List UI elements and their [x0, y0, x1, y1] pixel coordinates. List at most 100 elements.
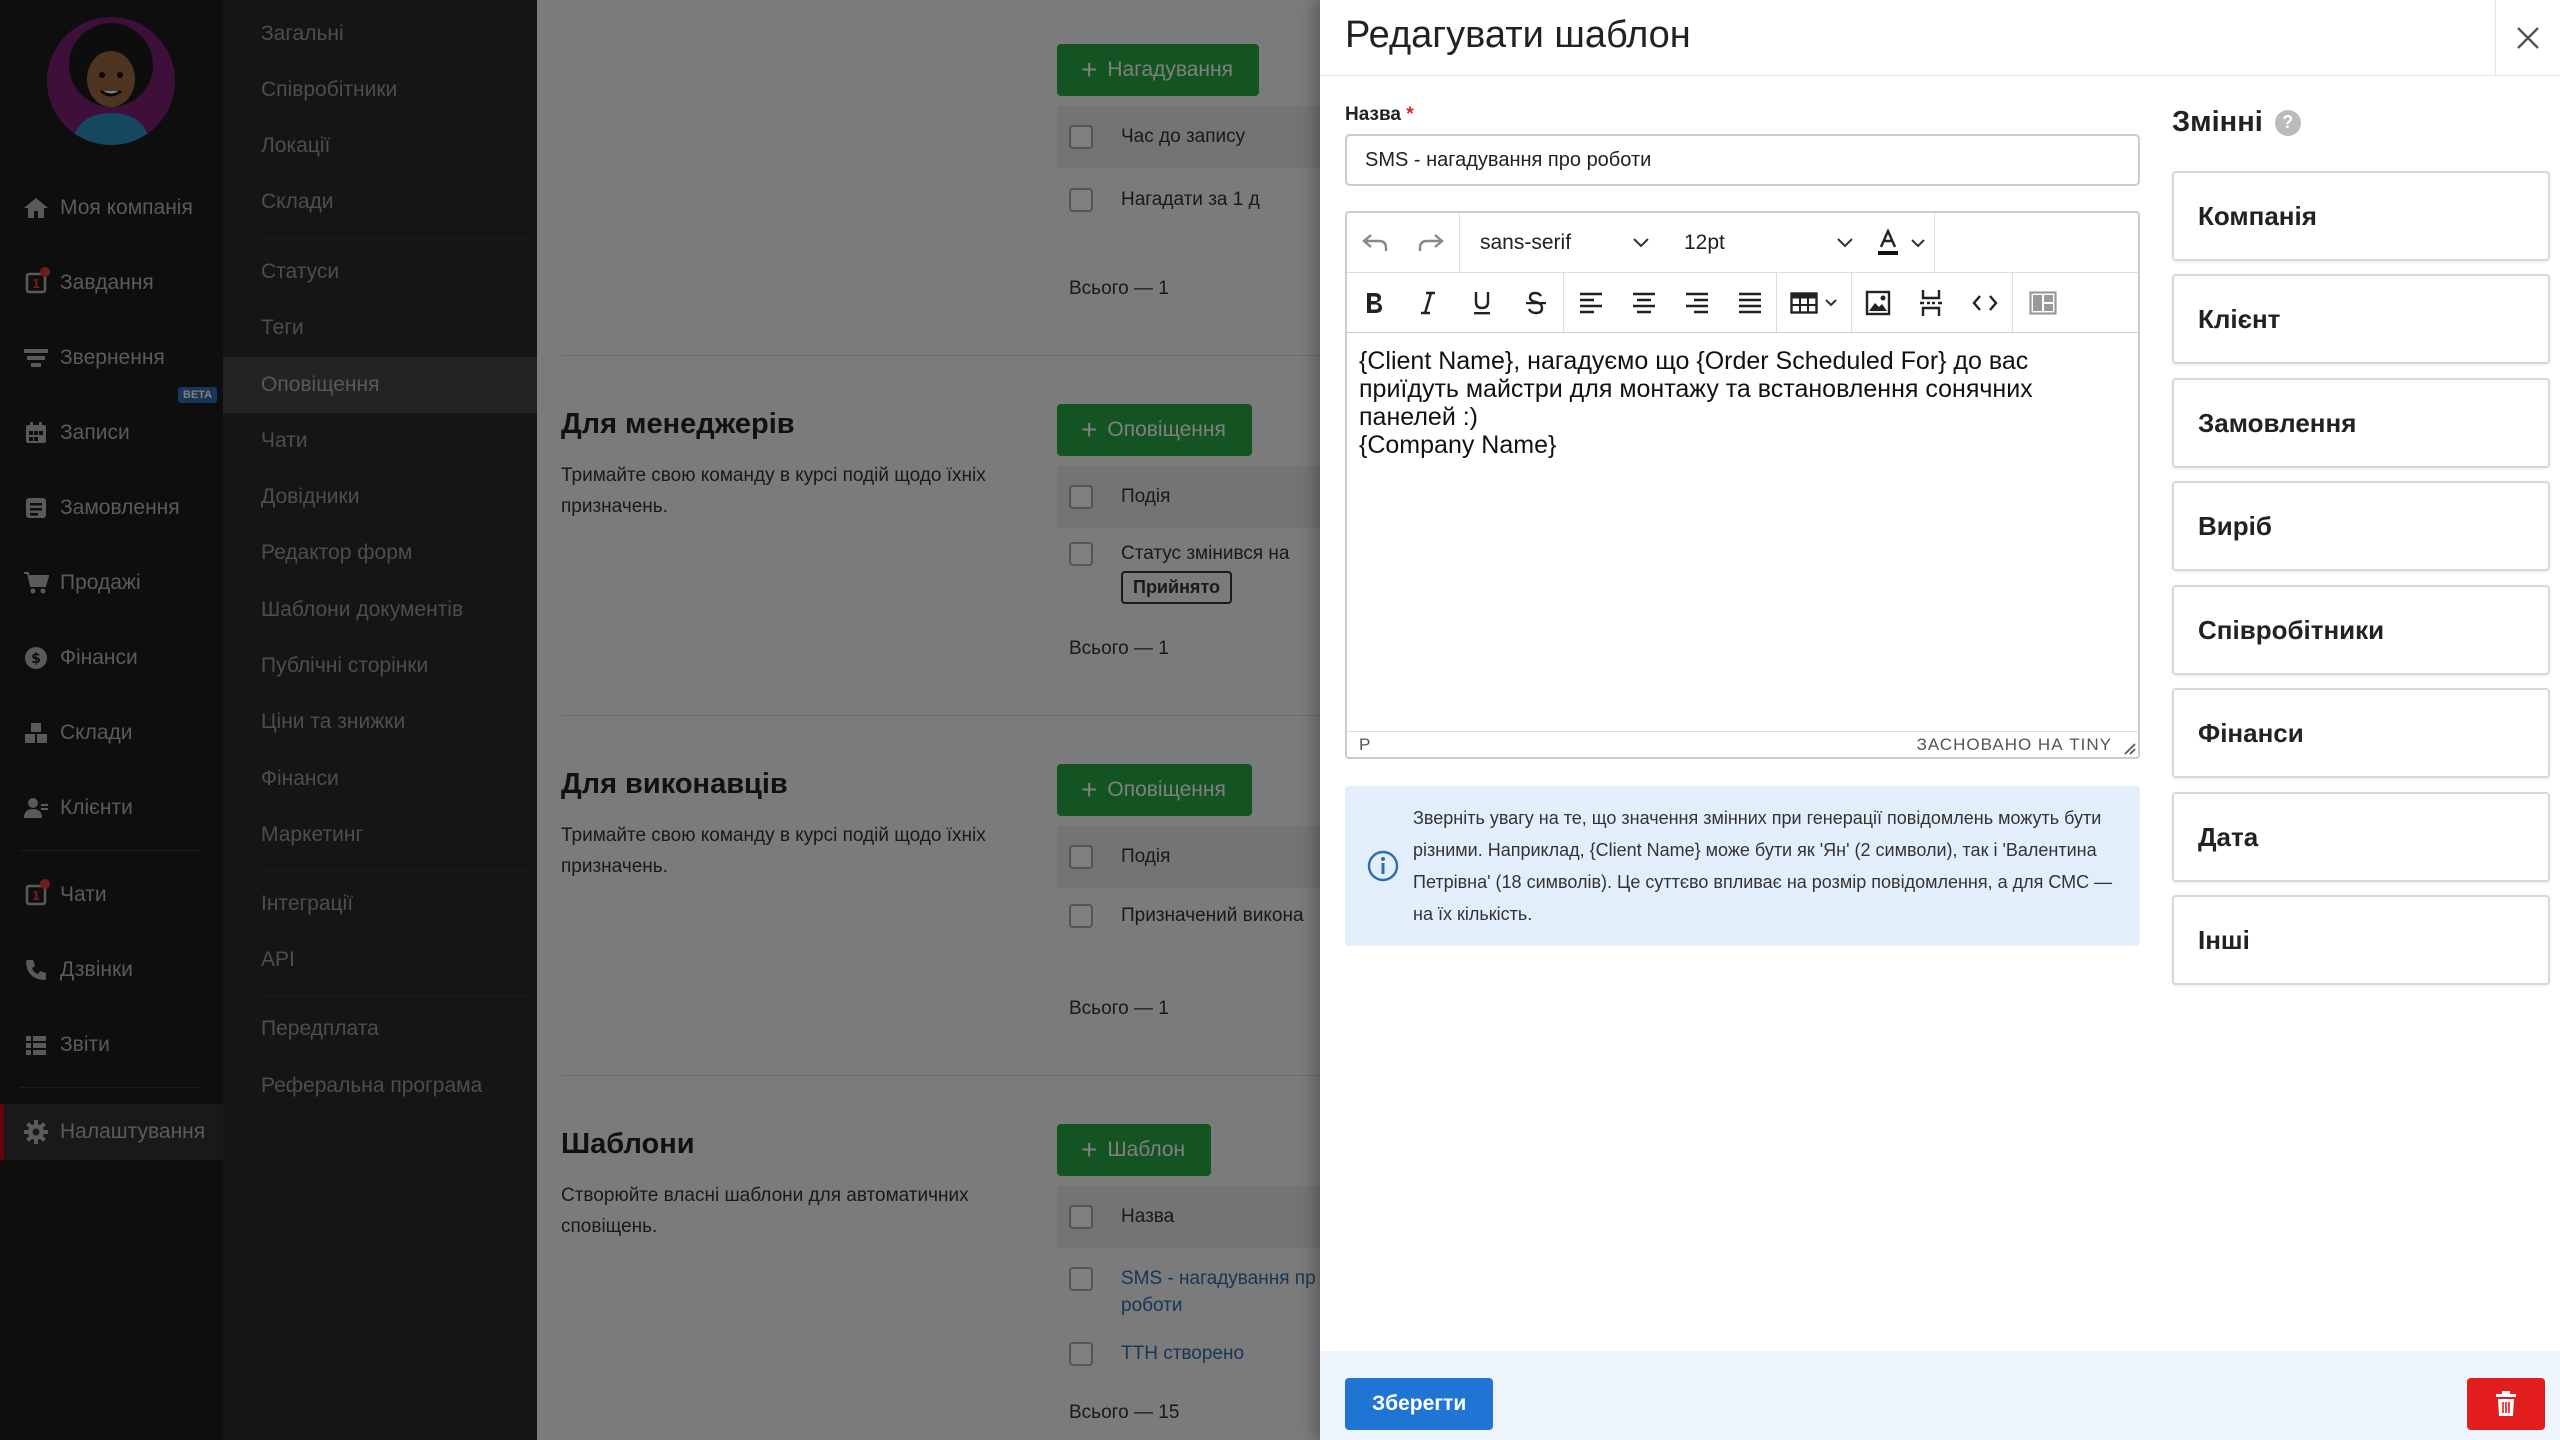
- row-checkbox[interactable]: [1069, 542, 1093, 566]
- strikethrough-button[interactable]: [1509, 273, 1563, 333]
- notifications-content: + Нагадування Час до запису Нагадати за 1…: [537, 0, 1320, 1440]
- sidebar-item-label: Налаштування: [60, 1120, 206, 1143]
- undo-button[interactable]: [1347, 213, 1403, 273]
- add-reminder-button[interactable]: + Нагадування: [1057, 44, 1260, 96]
- add-template-button[interactable]: + Шаблон: [1057, 1124, 1212, 1176]
- tasks-icon: 1: [20, 267, 52, 295]
- variable-group-employees[interactable]: Співробітники: [2172, 585, 2550, 675]
- submenu-item-locations[interactable]: Локації: [223, 118, 537, 174]
- submenu-item-statuses[interactable]: Статуси: [223, 244, 537, 300]
- align-justify-button[interactable]: [1723, 273, 1776, 333]
- submenu-item-directories[interactable]: Довідники: [223, 469, 537, 525]
- submenu-item-public-pages[interactable]: Публічні сторінки: [223, 638, 537, 694]
- redo-button[interactable]: [1403, 213, 1459, 273]
- variable-group-company[interactable]: Компанія: [2172, 171, 2550, 261]
- template-link[interactable]: ТТН створено: [1121, 1340, 1244, 1367]
- align-right-icon: [1685, 292, 1708, 313]
- code-icon: [1972, 294, 1998, 311]
- submenu-item-form-editor[interactable]: Редактор форм: [223, 525, 537, 581]
- submenu-item-warehouses[interactable]: Склади: [223, 174, 537, 230]
- table-button[interactable]: [1777, 273, 1851, 333]
- home-icon: [20, 196, 52, 220]
- sidebar-item-requests[interactable]: Звернення: [0, 330, 223, 386]
- powered-by-tiny[interactable]: ЗАСНОВАНО НА TINY: [1917, 735, 2112, 755]
- sidebar-item-label: Клієнти: [60, 796, 133, 819]
- sidebar-item-tasks[interactable]: 1 Завдання: [0, 255, 223, 311]
- submenu-item-marketing[interactable]: Маркетинг: [223, 807, 537, 863]
- beta-badge: BETA: [178, 387, 218, 403]
- sidebar-item-label: Записи: [60, 421, 130, 444]
- section-divider: [561, 715, 1320, 716]
- variable-group-other[interactable]: Інші: [2172, 895, 2550, 985]
- submenu-item-integrations[interactable]: Інтеграції: [223, 876, 537, 932]
- submenu-item-prices-discounts[interactable]: Ціни та знижки: [223, 694, 537, 750]
- row-checkbox[interactable]: [1069, 188, 1093, 212]
- variable-group-product[interactable]: Виріб: [2172, 481, 2550, 571]
- font-size-select[interactable]: 12pt: [1664, 213, 1868, 273]
- resize-handle-icon[interactable]: [2122, 741, 2136, 755]
- variable-group-date[interactable]: Дата: [2172, 792, 2550, 882]
- submenu-item-finance[interactable]: Фінанси: [223, 751, 537, 807]
- element-path[interactable]: P: [1359, 735, 1370, 755]
- help-icon[interactable]: ?: [2274, 109, 2301, 136]
- submenu-item-notifications[interactable]: Оповіщення: [223, 357, 537, 413]
- insert-image-button[interactable]: [1852, 273, 1904, 333]
- select-all-checkbox[interactable]: [1069, 1205, 1093, 1229]
- table-row[interactable]: Статус змінився на Прийнято: [1057, 540, 1320, 604]
- select-all-checkbox[interactable]: [1069, 125, 1093, 149]
- editor-content-area[interactable]: {Client Name}, нагадуємо що {Order Sched…: [1359, 347, 2129, 459]
- text-color-button[interactable]: [1868, 213, 1934, 273]
- align-left-button[interactable]: [1564, 273, 1617, 333]
- sidebar-item-finance[interactable]: $ Фінанси: [0, 630, 223, 686]
- user-avatar[interactable]: [47, 17, 175, 145]
- sidebar-item-sales[interactable]: Продажі: [0, 555, 223, 611]
- sidebar-item-warehouses[interactable]: Склади: [0, 705, 223, 761]
- sidebar-item-reports[interactable]: Звіти: [0, 1017, 223, 1073]
- bold-button[interactable]: [1347, 273, 1401, 333]
- submenu-item-employees[interactable]: Співробітники: [223, 62, 537, 118]
- sidebar-item-clients[interactable]: Клієнти: [0, 780, 223, 836]
- submenu-item-chats[interactable]: Чати: [223, 413, 537, 469]
- submenu-item-referral[interactable]: Реферальна програма: [223, 1058, 537, 1114]
- align-center-button[interactable]: [1617, 273, 1670, 333]
- table-row[interactable]: Призначений викона: [1057, 902, 1320, 929]
- sidebar-item-calls[interactable]: Дзвінки: [0, 942, 223, 998]
- sidebar-item-appointments[interactable]: Записи BETA: [0, 387, 223, 461]
- delete-button[interactable]: [2467, 1378, 2545, 1430]
- template-link[interactable]: SMS - нагадування пр роботи: [1121, 1265, 1320, 1319]
- add-executor-notification-button[interactable]: + Оповіщення: [1057, 764, 1252, 816]
- submenu-item-tags[interactable]: Теги: [223, 300, 537, 356]
- sidebar-item-settings[interactable]: Налаштування: [0, 1104, 223, 1160]
- save-button[interactable]: Зберегти: [1345, 1378, 1494, 1430]
- template-name-input[interactable]: [1345, 134, 2140, 186]
- row-checkbox[interactable]: [1069, 1267, 1093, 1291]
- sidebar-item-orders[interactable]: Замовлення: [0, 480, 223, 536]
- table-row[interactable]: Нагадати за 1 д: [1057, 186, 1320, 213]
- close-icon: [2517, 27, 2539, 49]
- row-checkbox[interactable]: [1069, 904, 1093, 928]
- table-row[interactable]: ТТН створено: [1057, 1340, 1320, 1367]
- submenu-item-api[interactable]: API: [223, 932, 537, 988]
- submenu-item-subscription[interactable]: Передплата: [223, 1001, 537, 1057]
- source-code-button[interactable]: [1958, 273, 2012, 333]
- sidebar-item-my-company[interactable]: Моя компанія: [0, 180, 223, 236]
- italic-button[interactable]: [1401, 273, 1455, 333]
- table-row[interactable]: SMS - нагадування пр роботи: [1057, 1265, 1320, 1319]
- sidebar-item-chats[interactable]: 1 Чати: [0, 867, 223, 923]
- underline-button[interactable]: [1455, 273, 1509, 333]
- select-all-checkbox[interactable]: [1069, 485, 1093, 509]
- variable-group-client[interactable]: Клієнт: [2172, 274, 2550, 364]
- close-button[interactable]: [2495, 0, 2560, 76]
- variable-group-finance[interactable]: Фінанси: [2172, 688, 2550, 778]
- add-manager-notification-button[interactable]: + Оповіщення: [1057, 404, 1252, 456]
- submenu-item-document-templates[interactable]: Шаблони документів: [223, 582, 537, 638]
- select-all-checkbox[interactable]: [1069, 845, 1093, 869]
- align-right-button[interactable]: [1670, 273, 1723, 333]
- font-family-select[interactable]: sans-serif: [1460, 213, 1664, 273]
- templates-button[interactable]: [2013, 273, 2073, 333]
- row-checkbox[interactable]: [1069, 1342, 1093, 1366]
- page-break-button[interactable]: [1904, 273, 1958, 333]
- variable-group-order[interactable]: Замовлення: [2172, 378, 2550, 468]
- submenu-item-general[interactable]: Загальні: [223, 6, 537, 62]
- modal-title: Редагувати шаблон: [1345, 14, 1691, 56]
